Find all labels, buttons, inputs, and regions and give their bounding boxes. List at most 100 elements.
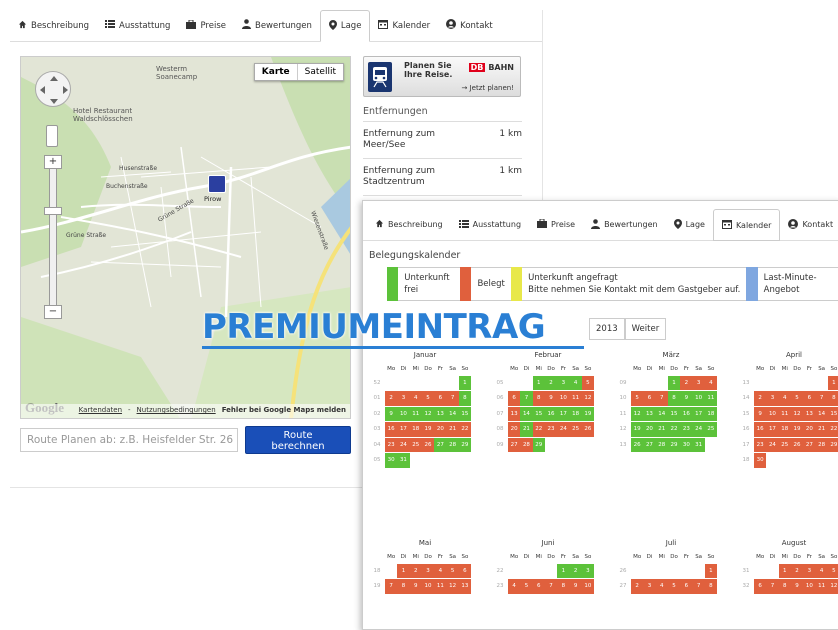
calendar-day[interactable]: 2 — [790, 563, 804, 578]
calendar-day[interactable]: 20 — [803, 422, 816, 437]
calendar-day[interactable]: 8 — [557, 579, 570, 594]
calendar-day[interactable]: 12 — [421, 406, 435, 421]
calendar-day[interactable]: 2 — [385, 391, 398, 406]
calendar-day[interactable]: 12 — [581, 391, 595, 406]
calendar-day[interactable]: 3 — [766, 391, 779, 406]
calendar-day[interactable]: 4 — [409, 391, 422, 406]
calendar-day[interactable]: 18 — [704, 406, 718, 421]
calendar-day[interactable]: 13 — [803, 406, 816, 421]
calendar-day[interactable]: 17 — [692, 406, 705, 421]
calendar-day[interactable]: 8 — [827, 391, 838, 406]
calendar-day[interactable]: 28 — [446, 437, 459, 452]
calendar-day[interactable]: 24 — [766, 437, 779, 452]
calendar-day[interactable]: 18 — [569, 406, 582, 421]
calendar-day[interactable]: 22 — [667, 422, 681, 437]
calendar-day[interactable]: 17 — [557, 406, 570, 421]
calendar-day[interactable]: 20 — [643, 422, 656, 437]
calendar-day[interactable]: 12 — [446, 579, 459, 594]
calendar-day[interactable]: 26 — [421, 437, 435, 452]
calendar-day[interactable]: 1 — [827, 375, 838, 390]
calendar-day[interactable]: 9 — [790, 579, 804, 594]
calendar-day[interactable]: 19 — [790, 422, 804, 437]
route-start-input[interactable]: Route Planen ab: z.B. Heisfelder Str. 26 — [20, 428, 238, 452]
tab-bewertungen[interactable]: Bewertungen — [234, 10, 320, 41]
calendar-day[interactable]: 30 — [385, 453, 398, 468]
calendar-day[interactable]: 3 — [692, 375, 705, 390]
calendar-day[interactable]: 11 — [434, 579, 447, 594]
calendar-day[interactable]: 26 — [581, 422, 595, 437]
terms-link[interactable]: Nutzungsbedingungen — [137, 406, 216, 416]
calendar-day[interactable]: 27 — [434, 437, 447, 452]
calendar-day[interactable]: 16 — [680, 406, 693, 421]
calendar-day[interactable]: 10 — [766, 406, 779, 421]
calendar-day[interactable]: 5 — [631, 391, 644, 406]
zoom-slider[interactable] — [49, 157, 57, 307]
calendar-day[interactable]: 21 — [520, 422, 533, 437]
calendar-day[interactable]: 22 — [532, 422, 545, 437]
calendar-day[interactable]: 14 — [446, 406, 459, 421]
zoom-in-button[interactable]: + — [44, 155, 62, 169]
calendar-day[interactable]: 25 — [704, 422, 718, 437]
calendar-day[interactable]: 20 — [434, 422, 447, 437]
calendar-day[interactable]: 6 — [754, 579, 767, 594]
calendar-day[interactable]: 23 — [544, 422, 558, 437]
calendar-day[interactable]: 5 — [667, 579, 681, 594]
calendar-day[interactable]: 5 — [446, 563, 459, 578]
calendar-day[interactable]: 3 — [803, 563, 816, 578]
calendar-day[interactable]: 5 — [827, 563, 838, 578]
calendar-day[interactable]: 7 — [815, 391, 828, 406]
calendar-day[interactable]: 6 — [643, 391, 656, 406]
calendar-day[interactable]: 12 — [631, 406, 644, 421]
calendar-day[interactable]: 1 — [557, 563, 570, 578]
calendar-day[interactable]: 3 — [581, 563, 595, 578]
calendar-day[interactable]: 16 — [385, 422, 398, 437]
calendar-day[interactable]: 31 — [692, 437, 705, 452]
calendar-day[interactable]: 11 — [704, 391, 718, 406]
calendar-day[interactable]: 7 — [766, 579, 779, 594]
calendar-day[interactable]: 25 — [409, 437, 422, 452]
tab-beschreibung[interactable]: Beschreibung — [10, 10, 97, 41]
calendar-day[interactable]: 3 — [421, 563, 435, 578]
calendar-day[interactable]: 6 — [434, 391, 447, 406]
calendar-day[interactable]: 12 — [827, 579, 838, 594]
db-bahn-banner[interactable]: Planen Sie Ihre Reise. DB BAHN → Jetzt pl… — [363, 56, 521, 97]
tab-bewertungen[interactable]: Bewertungen — [583, 209, 666, 240]
calendar-day[interactable]: 21 — [815, 422, 828, 437]
calendar-day[interactable]: 15 — [532, 406, 545, 421]
tab-preise[interactable]: Preise — [529, 209, 583, 240]
calendar-day[interactable]: 29 — [827, 437, 838, 452]
calendar-day[interactable]: 18 — [778, 422, 791, 437]
tab-kontakt[interactable]: Kontakt — [780, 209, 838, 240]
calendar-day[interactable]: 22 — [827, 422, 838, 437]
calendar-day[interactable]: 30 — [754, 453, 767, 468]
calendar-day[interactable]: 5 — [581, 375, 595, 390]
tab-lage[interactable]: Lage — [319, 10, 371, 42]
calendar-day[interactable]: 7 — [520, 391, 533, 406]
calendar-day[interactable]: 28 — [655, 437, 668, 452]
calendar-day[interactable]: 15 — [667, 406, 681, 421]
calendar-day[interactable]: 10 — [692, 391, 705, 406]
calendar-day[interactable]: 3 — [643, 579, 656, 594]
tab-preise[interactable]: Preise — [178, 10, 234, 41]
calendar-day[interactable]: 6 — [680, 579, 693, 594]
map-type-satellite[interactable]: Satellit — [298, 64, 343, 80]
calendar-day[interactable]: 24 — [557, 422, 570, 437]
calendar-day[interactable]: 5 — [790, 391, 804, 406]
calendar-day[interactable]: 9 — [409, 579, 422, 594]
calendar-day[interactable]: 23 — [754, 437, 767, 452]
calendar-day[interactable]: 15 — [458, 406, 472, 421]
calendar-day[interactable]: 14 — [815, 406, 828, 421]
calendar-day[interactable]: 26 — [631, 437, 644, 452]
calendar-day[interactable]: 1 — [778, 563, 791, 578]
report-error-link[interactable]: Fehler bei Google Maps melden — [222, 406, 346, 416]
calendar-day[interactable]: 1 — [704, 563, 718, 578]
calendar-day[interactable]: 18 — [409, 422, 422, 437]
calendar-day[interactable]: 20 — [508, 422, 521, 437]
calendar-day[interactable]: 11 — [778, 406, 791, 421]
tab-beschreibung[interactable]: Beschreibung — [367, 209, 451, 240]
calendar-day[interactable]: 16 — [754, 422, 767, 437]
calendar-day[interactable]: 19 — [581, 406, 595, 421]
calendar-day[interactable]: 17 — [397, 422, 410, 437]
calendar-day[interactable]: 14 — [655, 406, 668, 421]
tab-kalender[interactable]: Kalender — [712, 209, 781, 241]
